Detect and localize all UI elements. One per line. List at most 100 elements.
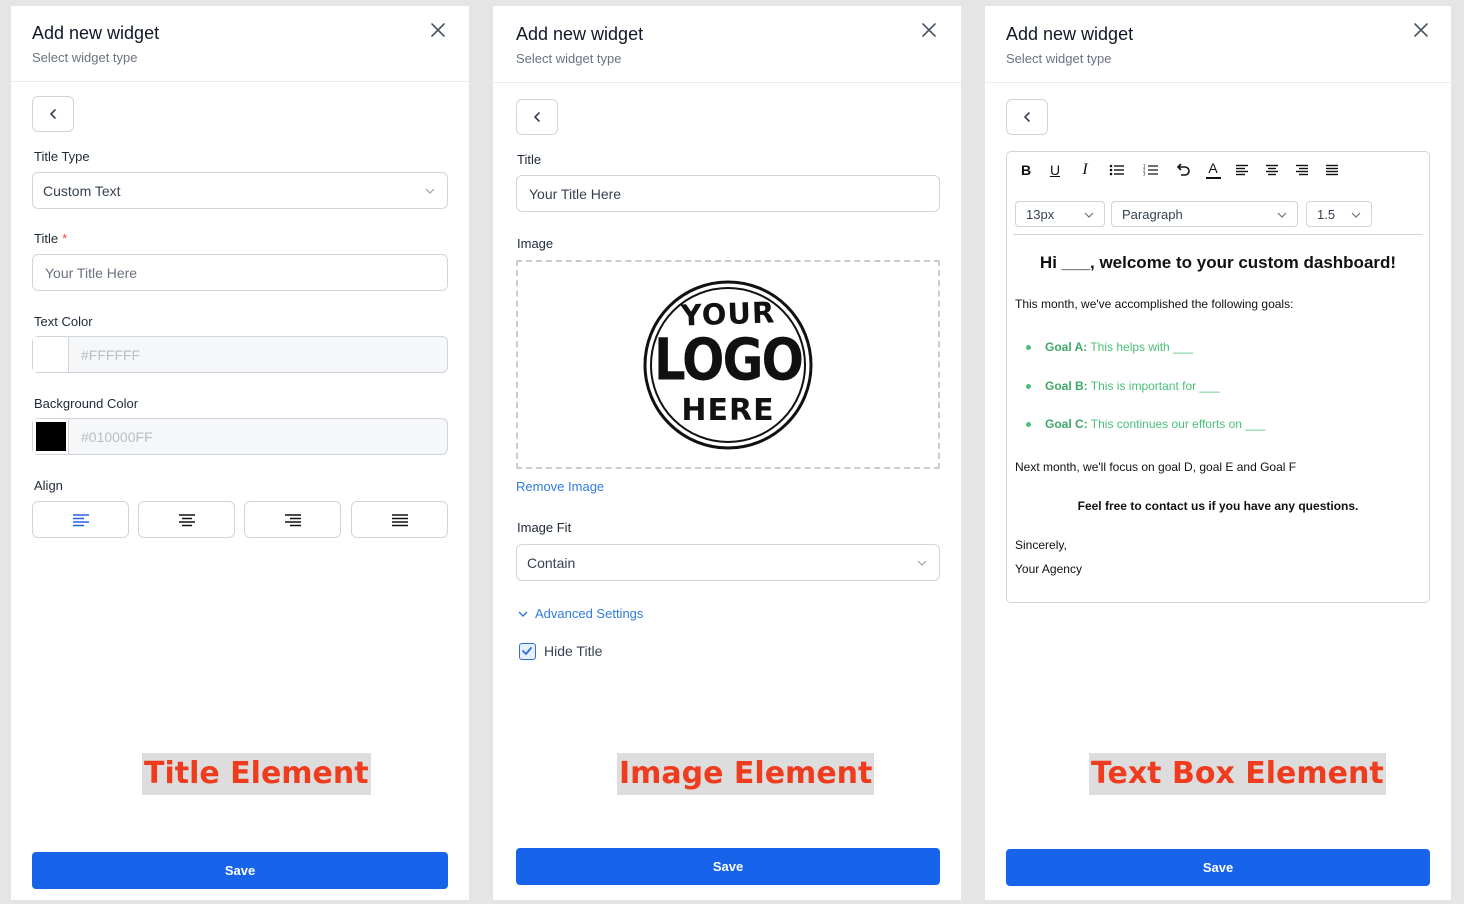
bullet-list-button[interactable] [1107,160,1127,180]
chevron-down-icon [917,560,927,566]
bullet-dot [1026,422,1031,427]
align-right-icon [284,513,301,526]
chevron-down-icon [425,188,435,194]
close-icon[interactable] [429,21,447,39]
text-color-field[interactable]: #FFFFFF [32,336,448,373]
chevron-left-icon [1024,112,1030,122]
text-box-widget-panel: Add new widget Select widget type B U I … [985,6,1451,900]
checkmark-icon [522,647,532,655]
title-input[interactable]: Your Title Here [516,175,940,212]
back-button[interactable] [1006,99,1048,135]
panel-title: Add new widget [32,23,160,43]
background-color-label: Background Color [34,396,139,411]
undo-button[interactable] [1173,160,1193,180]
panel-title: Add new widget [516,24,644,44]
align-justify-icon [391,513,408,526]
block-type-select[interactable]: Paragraph [1111,201,1298,227]
background-color-field[interactable]: #010000FF [32,418,448,455]
goal-item: Goal A: This helps with ___ [1045,340,1194,354]
chevron-down-icon [1084,212,1094,218]
hide-title-checkbox[interactable] [519,643,536,660]
panel-title: Add new widget [1006,24,1134,44]
panel-subtitle: Select widget type [516,51,622,66]
back-button[interactable] [32,96,74,132]
advanced-settings-toggle[interactable]: Advanced Settings [517,606,643,621]
back-button[interactable] [516,99,558,135]
save-button[interactable]: Save [1006,849,1430,886]
advanced-settings-label: Advanced Settings [535,606,644,621]
undo-icon [1176,163,1190,176]
align-left-button[interactable] [1232,160,1252,180]
line-height-value: 1.5 [1317,206,1336,222]
text-color-bar [1205,177,1221,179]
bold-button[interactable]: B [1016,160,1036,180]
logo-text-bottom: HERE [681,393,775,428]
panel-header: Add new widget Select widget type [493,6,961,83]
goal-item: Goal C: This continues our efforts on __… [1045,417,1266,431]
text-color-label: Text Color [34,314,93,329]
bullet-dot [1026,384,1031,389]
background-color-swatch[interactable] [33,419,69,454]
caption-label: Text Box Element [1089,753,1386,795]
text-color-value: #FFFFFF [81,346,141,363]
goal-item: Goal B: This is important for ___ [1045,379,1220,393]
title-label: Title [517,152,542,167]
align-left-icon [72,513,89,526]
align-label: Align [34,478,63,493]
title-input-placeholder: Your Title Here [45,264,138,281]
italic-button[interactable]: I [1075,160,1095,180]
title-label: Title * [34,231,68,246]
image-dropzone[interactable]: YOUR LOGO HERE [516,260,940,469]
greeting-text: Hi ___, welcome to your custom dashboard… [1039,253,1397,272]
chevron-down-icon [518,611,528,617]
font-size-select[interactable]: 13px [1015,201,1105,227]
rich-text-editor[interactable]: B U I 123 A 13px Paragraph 1.5 Hi ___, w… [1006,151,1430,603]
text-color-swatch[interactable] [33,337,69,372]
title-type-label: Title Type [34,149,90,164]
title-type-value: Custom Text [43,182,121,199]
underline-button[interactable]: U [1045,160,1065,180]
bullet-dot [1026,345,1031,350]
align-justify-button[interactable] [351,501,448,538]
chevron-left-icon [534,112,540,122]
caption-label: Image Element [617,753,875,795]
panel-header: Add new widget Select widget type [985,6,1451,83]
title-widget-panel: Add new widget Select widget type Title … [11,6,469,900]
align-left-button[interactable] [32,501,129,538]
align-center-icon [1266,164,1278,176]
sign-off-text: Sincerely, [1015,538,1067,552]
align-justify-button[interactable] [1322,160,1342,180]
svg-text:3: 3 [1143,172,1146,177]
align-left-icon [1236,164,1248,176]
save-button[interactable]: Save [32,852,448,889]
align-center-button[interactable] [1262,160,1282,180]
close-icon[interactable] [920,21,938,39]
align-center-icon [178,513,195,526]
title-input[interactable]: Your Title Here [32,254,448,291]
image-label: Image [517,236,554,251]
numbered-list-icon: 123 [1143,164,1158,177]
panel-header: Add new widget Select widget type [11,6,469,82]
save-button[interactable]: Save [516,848,940,885]
contact-text: Feel free to contact us if you have any … [1077,499,1359,513]
text-color-label: A [1208,160,1218,176]
image-fit-label: Image Fit [517,520,572,535]
align-right-button[interactable] [244,501,341,538]
line-height-select[interactable]: 1.5 [1306,201,1372,227]
remove-image-link[interactable]: Remove Image [516,479,604,494]
editor-divider [1013,234,1423,235]
title-input-placeholder: Your Title Here [529,185,622,202]
numbered-list-button[interactable]: 123 [1141,160,1161,180]
close-icon[interactable] [1412,21,1430,39]
image-fit-value: Contain [527,554,576,571]
align-right-icon [1296,164,1308,176]
title-type-select[interactable]: Custom Text [32,172,448,209]
align-right-button[interactable] [1292,160,1312,180]
font-size-value: 13px [1026,206,1055,222]
chevron-left-icon [50,109,56,119]
bullet-list-icon [1109,164,1124,176]
text-color-button[interactable]: A [1203,160,1223,180]
image-fit-select[interactable]: Contain [516,544,940,581]
background-color-value: #010000FF [81,428,153,445]
align-center-button[interactable] [138,501,235,538]
